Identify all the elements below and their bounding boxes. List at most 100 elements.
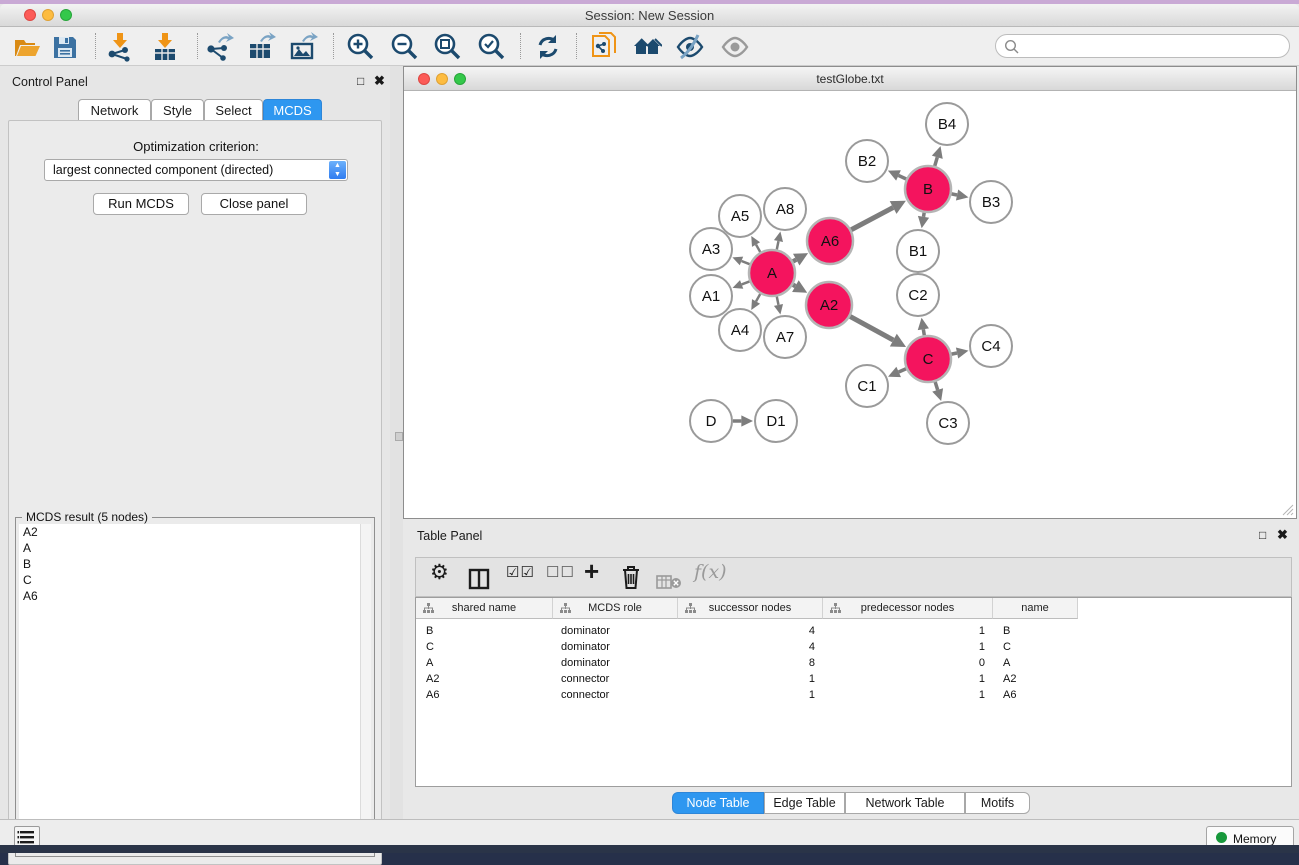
- result-item[interactable]: A: [19, 540, 362, 556]
- edge-A-A3[interactable]: [732, 257, 749, 266]
- edge-B-B3[interactable]: [952, 189, 969, 200]
- node-A7[interactable]: A7: [764, 316, 806, 358]
- table-options-gear-icon[interactable]: ⚙: [430, 560, 449, 588]
- node-C2[interactable]: C2: [897, 274, 939, 316]
- edge-A-A6[interactable]: [793, 253, 808, 265]
- close-table-panel-icon[interactable]: ✖: [1277, 527, 1288, 543]
- tab-motifs[interactable]: Motifs: [965, 792, 1030, 814]
- clone-network-icon[interactable]: [590, 32, 620, 62]
- node-C3[interactable]: C3: [927, 402, 969, 444]
- save-session-icon[interactable]: [50, 32, 80, 62]
- edge-C-C4[interactable]: [952, 347, 969, 358]
- node-C1[interactable]: C1: [846, 365, 888, 407]
- edge-A-A4[interactable]: [751, 294, 760, 310]
- float-panel-icon[interactable]: □: [357, 74, 364, 88]
- zoom-selected-icon[interactable]: [477, 32, 507, 62]
- cell[interactable]: connector: [561, 687, 609, 703]
- result-item[interactable]: B: [19, 556, 362, 572]
- node-A[interactable]: A: [749, 250, 795, 296]
- cell[interactable]: 4: [678, 623, 815, 639]
- cell[interactable]: B: [1003, 623, 1010, 639]
- export-network-icon[interactable]: [204, 32, 234, 62]
- cell[interactable]: B: [426, 623, 433, 639]
- cell[interactable]: C: [1003, 639, 1011, 655]
- col-header-name[interactable]: name: [993, 598, 1078, 619]
- cell[interactable]: A6: [1003, 687, 1016, 703]
- edge-B-B1[interactable]: [918, 213, 929, 229]
- add-column-icon[interactable]: +: [584, 556, 599, 584]
- edge-B-B4[interactable]: [932, 146, 943, 166]
- node-A2[interactable]: A2: [806, 282, 852, 328]
- cell[interactable]: 1: [823, 639, 985, 655]
- cell[interactable]: A: [426, 655, 433, 671]
- cell[interactable]: dominator: [561, 639, 610, 655]
- panel-divider[interactable]: [390, 66, 403, 819]
- deselect-all-icon[interactable]: ☐☐: [546, 563, 575, 591]
- cell[interactable]: connector: [561, 671, 609, 687]
- cell[interactable]: 1: [823, 687, 985, 703]
- col-header-successor-nodes[interactable]: successor nodes: [678, 598, 823, 619]
- zoom-fit-icon[interactable]: [433, 32, 463, 62]
- delete-table-icon[interactable]: [656, 568, 682, 596]
- column-selector-icon[interactable]: [468, 565, 490, 593]
- cell[interactable]: A2: [426, 671, 439, 687]
- node-A5[interactable]: A5: [719, 195, 761, 237]
- edge-D-D1[interactable]: [733, 415, 753, 426]
- import-table-icon[interactable]: [150, 32, 180, 62]
- cell[interactable]: A2: [1003, 671, 1016, 687]
- tab-network[interactable]: Network: [78, 99, 151, 121]
- edge-A6-B[interactable]: [851, 201, 906, 230]
- cell[interactable]: 1: [678, 687, 815, 703]
- edge-A-A1[interactable]: [733, 280, 750, 289]
- tab-style[interactable]: Style: [151, 99, 204, 121]
- close-panel-button[interactable]: Close panel: [201, 193, 307, 215]
- search-box[interactable]: [995, 34, 1290, 58]
- export-table-icon[interactable]: [246, 32, 276, 62]
- cell[interactable]: A6: [426, 687, 439, 703]
- zoom-out-icon[interactable]: [390, 32, 420, 62]
- tab-mcds[interactable]: MCDS: [263, 99, 322, 121]
- cell[interactable]: 1: [678, 671, 815, 687]
- node-C4[interactable]: C4: [970, 325, 1012, 367]
- cell[interactable]: 1: [823, 671, 985, 687]
- node-A3[interactable]: A3: [690, 228, 732, 270]
- cell[interactable]: 1: [823, 623, 985, 639]
- tab-select[interactable]: Select: [204, 99, 263, 121]
- import-network-icon[interactable]: [105, 32, 135, 62]
- tab-node-table[interactable]: Node Table: [672, 792, 764, 814]
- result-item[interactable]: A6: [19, 588, 362, 604]
- function-builder-icon[interactable]: f(x): [694, 561, 727, 589]
- node-D[interactable]: D: [690, 400, 732, 442]
- result-scrollbar[interactable]: [360, 524, 371, 852]
- edge-C-C1[interactable]: [888, 367, 906, 377]
- hide-details-icon[interactable]: [675, 32, 705, 62]
- node-C[interactable]: C: [905, 336, 951, 382]
- criterion-dropdown[interactable]: largest connected component (directed) ▲…: [44, 159, 348, 181]
- result-item[interactable]: A2: [19, 524, 362, 540]
- edge-A2-C[interactable]: [850, 316, 906, 347]
- home-view-icon[interactable]: [632, 32, 662, 62]
- node-A8[interactable]: A8: [764, 188, 806, 230]
- resize-grip-icon[interactable]: [1282, 504, 1294, 516]
- close-panel-icon[interactable]: ✖: [374, 73, 385, 89]
- cell[interactable]: A: [1003, 655, 1010, 671]
- cell[interactable]: dominator: [561, 623, 610, 639]
- cell[interactable]: 4: [678, 639, 815, 655]
- node-B4[interactable]: B4: [926, 103, 968, 145]
- cell[interactable]: C: [426, 639, 434, 655]
- edge-A-A7[interactable]: [774, 297, 783, 315]
- edge-B-B2[interactable]: [888, 170, 906, 180]
- cell[interactable]: 0: [823, 655, 985, 671]
- node-B3[interactable]: B3: [970, 181, 1012, 223]
- cell[interactable]: 8: [678, 655, 815, 671]
- col-header-shared-name[interactable]: shared name: [416, 598, 553, 619]
- col-header-mcds-role[interactable]: MCDS role: [553, 598, 678, 619]
- tab-edge-table[interactable]: Edge Table: [764, 792, 845, 814]
- zoom-in-icon[interactable]: [346, 32, 376, 62]
- result-item[interactable]: C: [19, 572, 362, 588]
- export-image-icon[interactable]: [288, 32, 318, 62]
- network-window-titlebar[interactable]: testGlobe.txt: [404, 67, 1296, 91]
- edge-A-A5[interactable]: [751, 236, 760, 252]
- tab-network-table[interactable]: Network Table: [845, 792, 965, 814]
- search-input[interactable]: [1024, 37, 1279, 55]
